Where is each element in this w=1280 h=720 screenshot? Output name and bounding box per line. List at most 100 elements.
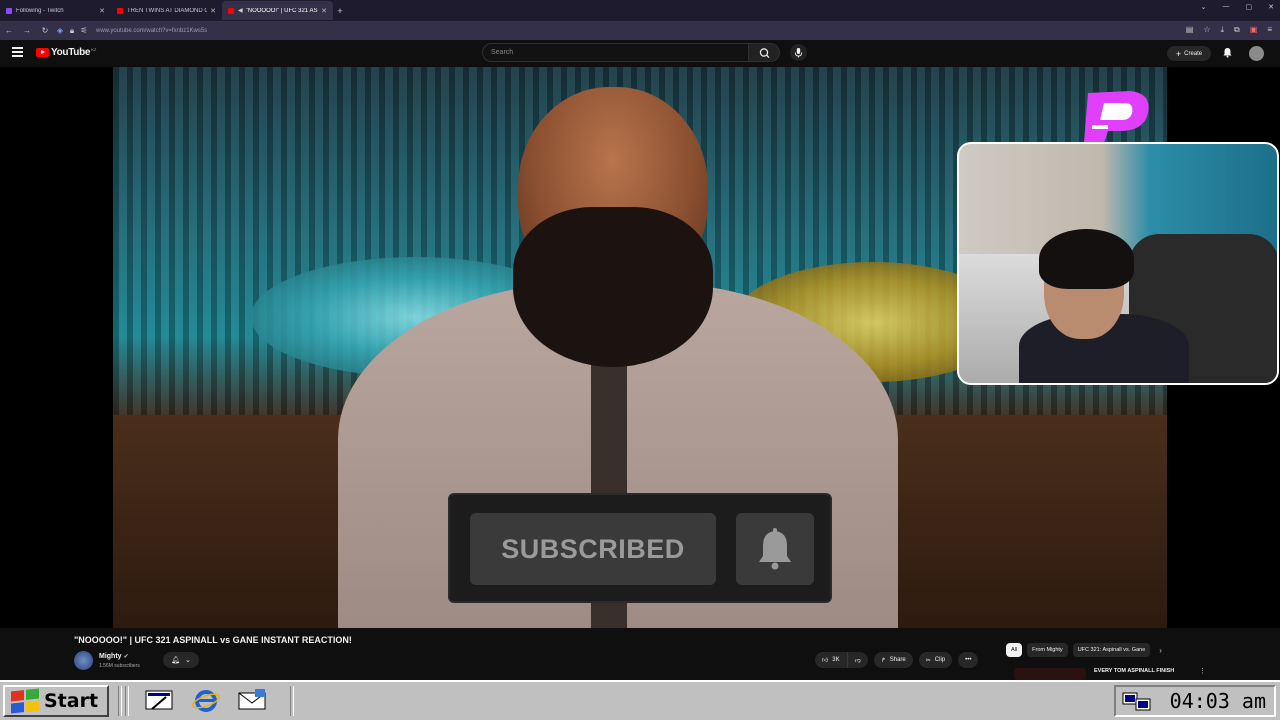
clip-button[interactable]: ✂ Clip <box>918 652 953 668</box>
tab-title: TREN TWINS AT DIAMOND GYM <box>127 7 208 14</box>
youtube-favicon-icon <box>228 7 234 14</box>
toolbar-icons: ▤ ☆ ⤓ ⧉ ▣ ≡ <box>1186 25 1272 35</box>
youtube-logo[interactable]: YouTube KZ <box>36 47 96 58</box>
lock-icon[interactable]: 🔒︎ <box>66 26 78 36</box>
chip-all[interactable]: All <box>1006 643 1023 657</box>
bookmark-star-icon[interactable]: ☆ <box>1203 25 1210 35</box>
taskbar-separator <box>125 686 129 716</box>
recommended-video-thumbnail[interactable] <box>1014 668 1086 680</box>
plus-icon: + <box>1175 48 1182 59</box>
system-tray: 04:03 am <box>1114 685 1276 717</box>
overlay-bell-button <box>736 513 814 585</box>
address-bar-row: ← → ↻ ◈ 🔒︎ ⚟ www.youtube.com/watch?v=fxn… <box>0 21 1280 40</box>
browser-tab-active[interactable]: ◀ "NOOOOO!" | UFC 321 ASPI ✕ <box>222 1 333 20</box>
url-field[interactable]: www.youtube.com/watch?v=fxnbz1Kws5s <box>96 28 207 34</box>
chevron-right-icon[interactable]: › <box>1159 646 1162 655</box>
country-code: KZ <box>91 47 97 52</box>
bell-icon <box>759 528 791 570</box>
shield-icon[interactable]: ◈ <box>54 26 66 35</box>
youtube-favicon-icon <box>117 7 123 14</box>
tab-list-icon[interactable]: ⌄ <box>1201 3 1207 11</box>
video-player[interactable]: SUBSCRIBED <box>0 67 1280 628</box>
tab-title: "NOOOOO!" | UFC 321 ASPI <box>245 7 319 14</box>
like-dislike-group: 👍︎ 3K 👎︎ <box>815 652 868 668</box>
forward-icon[interactable]: → <box>18 26 36 35</box>
taskbar: Start 04:03 am <box>0 680 1280 720</box>
subscription-notifications-button[interactable]: 🔔︎ ⌄ <box>163 652 199 668</box>
close-tab-icon[interactable]: ✕ <box>99 7 105 15</box>
like-button[interactable]: 👍︎ 3K <box>815 652 848 668</box>
close-tab-icon[interactable]: ✕ <box>210 7 216 15</box>
taskbar-separator <box>118 686 122 716</box>
subscribed-overlay-card: SUBSCRIBED <box>448 493 832 603</box>
search-icon <box>759 48 770 59</box>
profile-icon[interactable]: ▣ <box>1250 25 1258 35</box>
extensions-icon[interactable]: ⧉ <box>1234 25 1240 35</box>
close-tab-icon[interactable]: ✕ <box>321 7 327 15</box>
clip-label: Clip <box>934 657 946 663</box>
twitch-favicon-icon <box>6 7 12 14</box>
browser-tab-tren-twins[interactable]: TREN TWINS AT DIAMOND GYM ✕ <box>111 1 222 20</box>
chevron-down-icon: ⌄ <box>185 657 191 664</box>
guide-menu-icon[interactable] <box>12 47 23 57</box>
reload-icon[interactable]: ↻ <box>36 26 54 35</box>
channel-name[interactable]: Mighty <box>99 653 122 660</box>
logo-wordmark: YouTube <box>51 47 91 58</box>
more-actions-button[interactable]: ••• <box>958 652 979 668</box>
chip-from-mighty[interactable]: From Mighty <box>1027 643 1068 657</box>
scissors-icon: ✂ <box>925 657 931 664</box>
microphone-icon <box>794 48 803 58</box>
start-button[interactable]: Start <box>3 685 109 717</box>
share-icon: ↱ <box>880 657 886 664</box>
new-tab-button[interactable]: + <box>333 6 347 16</box>
youtube-play-icon <box>36 48 49 57</box>
video-title: "NOOOOO!" | UFC 321 ASPINALL vs GANE INS… <box>74 635 352 645</box>
search-input[interactable]: Search <box>482 43 749 62</box>
streamer-logo-icon <box>1084 91 1149 143</box>
window-controls: ⌄ — ▢ ✕ <box>1201 3 1274 11</box>
start-label: Start <box>44 690 99 712</box>
share-button[interactable]: ↱ Share <box>873 652 913 668</box>
outlook-express-icon[interactable] <box>237 687 267 715</box>
recommended-video-title[interactable]: EVERY TOM ASPINALL FINISH <box>1094 668 1174 674</box>
related-filter-chips: All From Mighty UFC 321: Aspinall vs. Ga… <box>1006 643 1162 657</box>
permissions-icon[interactable]: ⚟ <box>78 26 90 35</box>
create-label: Create <box>1184 50 1203 57</box>
video-info: "NOOOOO!" | UFC 321 ASPINALL vs GANE INS… <box>0 628 1280 680</box>
chip-ufc-321[interactable]: UFC 321: Aspinall vs. Gane <box>1072 643 1151 657</box>
create-button[interactable]: + Create <box>1167 46 1211 61</box>
youtube-masthead: YouTube KZ Search + Create <box>0 40 1280 67</box>
thumbs-down-icon: 👎︎ <box>854 658 861 664</box>
internet-explorer-icon[interactable] <box>191 687 221 715</box>
facecam-hair <box>1039 229 1134 289</box>
speaker-icon[interactable]: ◀ <box>238 7 243 14</box>
search-button[interactable] <box>749 43 780 62</box>
notifications-bell-icon[interactable] <box>1222 47 1233 58</box>
minimize-icon[interactable]: — <box>1223 3 1230 11</box>
menu-icon[interactable]: ≡ <box>1267 25 1272 35</box>
account-avatar[interactable] <box>1249 46 1264 61</box>
channel-avatar[interactable] <box>74 651 93 670</box>
subscriber-count: 1.56M subscribers <box>99 663 140 669</box>
presenter-beard <box>513 207 713 367</box>
clock[interactable]: 04:03 am <box>1170 689 1266 713</box>
browser-tab-strip: Following - Twitch ✕ TREN TWINS AT DIAMO… <box>0 0 1280 21</box>
reader-view-icon[interactable]: ▤ <box>1186 25 1194 35</box>
thumbs-up-icon: 👍︎ <box>822 658 829 664</box>
streamer-facecam <box>957 142 1279 385</box>
show-desktop-icon[interactable] <box>144 687 174 715</box>
bell-icon: 🔔︎ <box>171 657 180 664</box>
tab-title: Following - Twitch <box>16 7 64 14</box>
maximize-icon[interactable]: ▢ <box>1246 3 1253 11</box>
voice-search-button[interactable] <box>790 44 807 61</box>
more-vertical-icon[interactable]: ⋮ <box>1199 667 1206 675</box>
network-icon[interactable] <box>1122 691 1152 713</box>
more-horizontal-icon: ••• <box>965 657 972 663</box>
channel-name-row[interactable]: Mighty ✔ <box>99 653 129 660</box>
back-icon[interactable]: ← <box>0 26 18 35</box>
downloads-icon[interactable]: ⤓ <box>1221 25 1225 35</box>
browser-tab-twitch[interactable]: Following - Twitch ✕ <box>0 1 111 20</box>
dislike-button[interactable]: 👎︎ <box>847 652 868 668</box>
close-window-icon[interactable]: ✕ <box>1268 3 1274 11</box>
verified-check-icon: ✔ <box>123 654 129 660</box>
